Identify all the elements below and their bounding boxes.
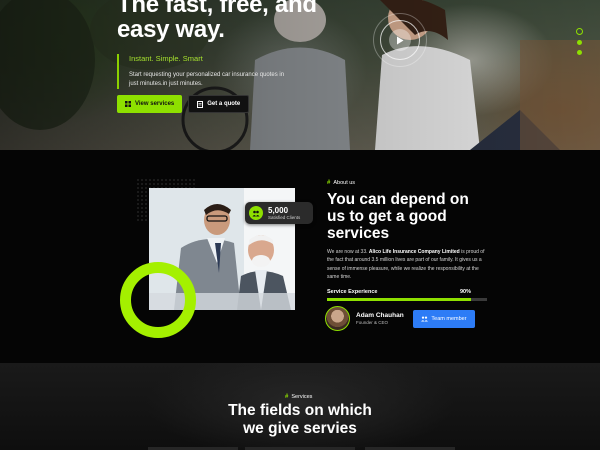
services-title-line-2: we give servies: [243, 420, 357, 437]
skill-header: Service Experience 90%: [327, 289, 487, 295]
team-member-label: Team member: [431, 316, 467, 322]
hero-title-line-2: easy way.: [117, 16, 225, 43]
author-text: Adam Chauhan Founder & CEO: [356, 312, 404, 325]
services-section: # Services The fields on which we give s…: [0, 363, 600, 450]
skill-progress-bar: [327, 297, 487, 301]
hero-buttons: View services Get a quote: [117, 95, 250, 113]
hero-title: The fast, free, and easy way.: [117, 0, 317, 42]
hash-icon: #: [327, 180, 331, 186]
slider-dot-3[interactable]: [577, 50, 582, 55]
document-icon: [197, 100, 204, 108]
about-section: 5,000 Satisfied Clients # About us You c…: [0, 150, 600, 363]
about-title: You can depend on us to get a good servi…: [327, 191, 469, 242]
play-icon: [397, 36, 404, 44]
services-eyebrow-label: Services: [291, 394, 313, 400]
view-services-button[interactable]: View services: [117, 95, 183, 113]
stats-text: 5,000 Satisfied Clients: [268, 206, 300, 220]
slider-dot-2[interactable]: [577, 40, 582, 45]
grid-icon: [125, 101, 131, 107]
about-eyebrow: # About us: [327, 180, 487, 186]
author-avatar: [325, 306, 350, 331]
hash-icon: #: [285, 394, 289, 400]
hero-tagline: Instant. Simple. Smart: [129, 54, 203, 63]
author-block: Adam Chauhan Founder & CEO: [325, 306, 404, 331]
about-eyebrow-label: About us: [333, 180, 356, 186]
hero-content: The fast, free, and easy way. Instant. S…: [117, 0, 317, 89]
services-eyebrow: # Services: [285, 394, 312, 400]
service-experience-skill: Service Experience 90%: [327, 289, 487, 301]
author-name: Adam Chauhan: [356, 312, 404, 319]
skill-label: Service Experience: [327, 288, 378, 295]
satisfied-clients-card: 5,000 Satisfied Clients: [245, 202, 313, 224]
about-text: # About us You can depend on us to get a…: [327, 180, 487, 301]
about-description: We are now at 33. Alico Life Insurance C…: [327, 248, 487, 282]
about-company-name: Alico Life Insurance Company Limited: [368, 249, 460, 255]
services-title-line-1: The fields on which: [228, 402, 372, 419]
skill-progress-fill: [327, 297, 471, 301]
hero-section: The fast, free, and easy way. Instant. S…: [0, 0, 600, 150]
video-play-button[interactable]: [373, 13, 427, 67]
hero-title-line-1: The fast, free, and: [117, 0, 317, 18]
team-member-button[interactable]: Team member: [413, 310, 475, 328]
team-icon: [421, 316, 429, 322]
author-role: Founder & CEO: [356, 320, 389, 325]
get-quote-label: Get a quote: [207, 101, 241, 107]
stats-number: 5,000: [268, 206, 289, 215]
view-services-label: View services: [135, 101, 175, 107]
get-quote-button[interactable]: Get a quote: [188, 95, 250, 113]
users-icon: [249, 206, 263, 220]
slider-dot-1[interactable]: [576, 28, 583, 35]
play-button-inner: [389, 29, 411, 51]
about-description-start: We are now at 33.: [327, 249, 369, 255]
hero-tagline-block: Instant. Simple. Smart Start requesting …: [117, 54, 317, 89]
skill-value: 90%: [459, 288, 471, 295]
green-ring-decoration: [120, 262, 196, 338]
services-title: The fields on which we give servies: [0, 402, 600, 438]
hero-description: Start requesting your personalized car i…: [129, 72, 285, 87]
stats-label: Satisfied Clients: [268, 215, 301, 220]
slider-dots: [576, 28, 583, 55]
